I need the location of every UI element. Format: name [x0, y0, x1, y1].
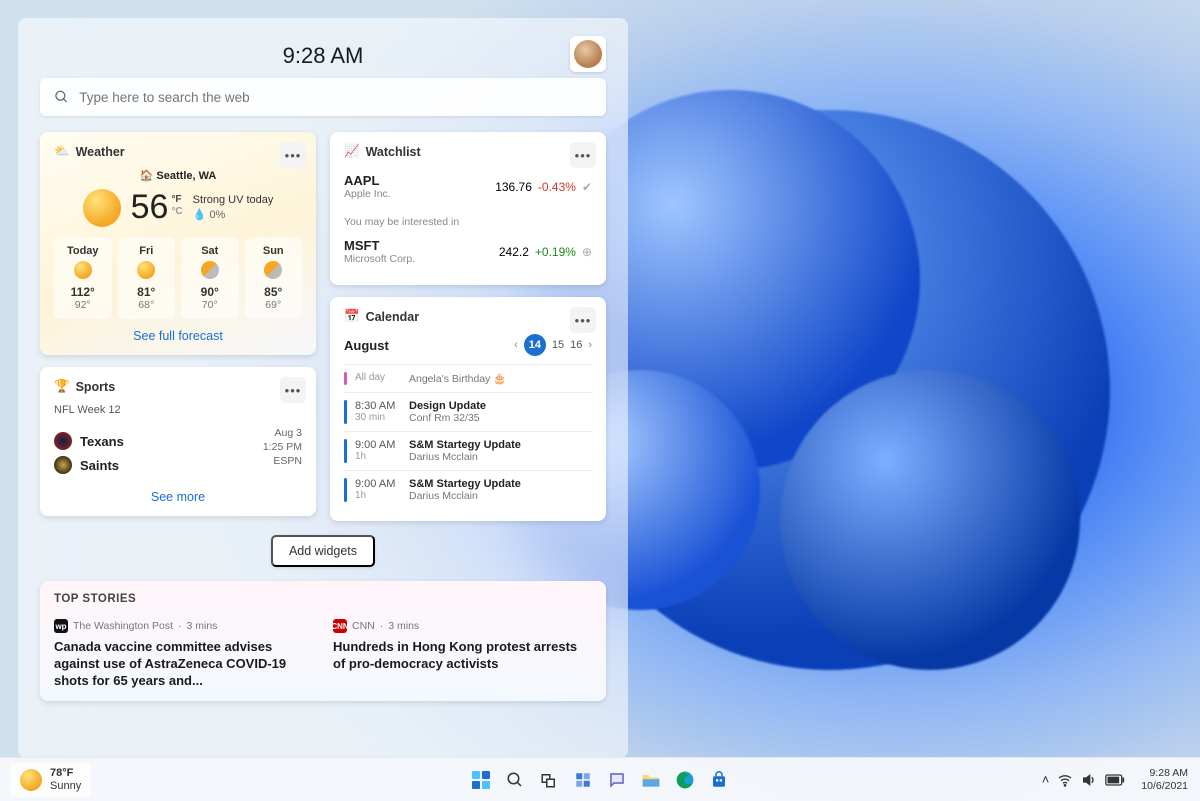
calendar-event[interactable]: 8:30 AM30 minDesign UpdateConf Rm 32/35	[344, 392, 592, 431]
edge-button[interactable]	[671, 766, 699, 794]
calendar-month: August	[344, 338, 389, 353]
calendar-icon: 📅	[344, 309, 360, 324]
weather-widget[interactable]: ⛅ Weather ••• 🏠 Seattle, WA 56°F°C Strong…	[40, 132, 316, 355]
taskbar-right: ˄ 9:28 AM10/6/2021	[1042, 767, 1188, 793]
taskbar-cond: Sunny	[50, 780, 81, 793]
chevron-up-icon[interactable]: ˄	[1042, 772, 1050, 787]
chat-button[interactable]	[603, 766, 631, 794]
sports-more-button[interactable]: •••	[280, 377, 306, 403]
team-row: Texans	[54, 432, 124, 450]
watchlist-title: Watchlist	[366, 145, 421, 159]
calendar-day-picker[interactable]: ‹ 14 15 16 ›	[514, 334, 592, 356]
weather-more-button[interactable]: •••	[280, 142, 306, 168]
search-bar[interactable]	[40, 78, 606, 116]
forecast-day[interactable]: Sat90°70°	[181, 237, 239, 319]
current-temp: 56°F°C	[131, 188, 183, 227]
news-widget[interactable]: TOP STORIES wpThe Washington Post · 3 mi…	[40, 581, 606, 701]
taskbar-temp: 78°F	[50, 767, 81, 780]
chevron-left-icon[interactable]: ‹	[514, 339, 518, 351]
calendar-widget[interactable]: 📅 Calendar ••• August ‹ 14 15 16 › All da…	[330, 297, 606, 521]
stock-row[interactable]: AAPLApple Inc. 136.76-0.43%✔	[344, 169, 592, 208]
stock-row[interactable]: MSFTMicrosoft Corp. 242.2+0.19%⊕	[344, 234, 592, 273]
watchlist-widget[interactable]: 📈 Watchlist ••• AAPLApple Inc. 136.76-0.4…	[330, 132, 606, 285]
saints-logo-icon	[54, 456, 72, 474]
file-explorer-button[interactable]	[637, 766, 665, 794]
sports-week: NFL Week 12	[54, 404, 302, 416]
chevron-right-icon[interactable]: ›	[588, 339, 592, 351]
news-item[interactable]: CNNCNN · 3 mins Hundreds in Hong Kong pr…	[333, 619, 592, 689]
weather-forecast-link[interactable]: See full forecast	[54, 319, 302, 343]
taskbar-weather[interactable]: 78°FSunny	[10, 763, 91, 797]
weather-location: 🏠 Seattle, WA	[54, 169, 302, 182]
wifi-icon[interactable]	[1057, 772, 1073, 788]
check-icon: ✔	[582, 180, 592, 194]
forecast-day[interactable]: Sun85°69°	[245, 237, 303, 319]
sun-icon	[83, 189, 121, 227]
team-row: Saints	[54, 456, 124, 474]
forecast-day[interactable]: Today112°92°	[54, 237, 112, 319]
calendar-event[interactable]: All dayAngela's Birthday 🎂	[344, 364, 592, 392]
widgets-button[interactable]	[569, 766, 597, 794]
source-icon: wp	[54, 619, 68, 633]
calendar-day[interactable]: 16	[570, 339, 582, 351]
watchlist-icon: 📈	[344, 144, 360, 159]
sports-title: Sports	[76, 380, 116, 394]
news-title: TOP STORIES	[54, 593, 592, 605]
interest-label: You may be interested in	[344, 216, 592, 228]
calendar-day-selected[interactable]: 14	[524, 334, 546, 356]
weather-icon: ⛅	[54, 144, 70, 159]
news-headline: Hundreds in Hong Kong protest arrests of…	[333, 638, 592, 672]
watchlist-more-button[interactable]: •••	[570, 142, 596, 168]
store-button[interactable]	[705, 766, 733, 794]
start-button[interactable]	[467, 766, 495, 794]
battery-icon[interactable]	[1105, 774, 1125, 786]
calendar-title: Calendar	[366, 310, 420, 324]
texans-logo-icon	[54, 432, 72, 450]
forecast-day[interactable]: Fri81°68°	[118, 237, 176, 319]
taskbar-center	[467, 766, 733, 794]
weather-condition: Strong UV today💧 0%	[193, 194, 274, 221]
taskbar-clock[interactable]: 9:28 AM10/6/2021	[1141, 767, 1188, 793]
widgets-header: 9:28 AM	[40, 34, 606, 78]
news-item[interactable]: wpThe Washington Post · 3 mins Canada va…	[54, 619, 313, 689]
volume-icon[interactable]	[1081, 772, 1097, 788]
taskbar-search-button[interactable]	[501, 766, 529, 794]
add-icon[interactable]: ⊕	[582, 245, 592, 259]
weather-title: Weather	[76, 145, 125, 159]
sports-more-link[interactable]: See more	[54, 480, 302, 504]
game-time: Aug 31:25 PMESPN	[263, 426, 302, 480]
widgets-panel: 9:28 AM ⛅ Weather ••• 🏠 Seattle, WA 56°F°…	[18, 18, 628, 758]
panel-time: 9:28 AM	[283, 43, 364, 69]
avatar-icon	[574, 40, 602, 68]
calendar-event[interactable]: 9:00 AM1hS&M Startegy UpdateDarius Mccla…	[344, 431, 592, 470]
search-input[interactable]	[79, 90, 592, 105]
source-icon: CNN	[333, 619, 347, 633]
calendar-event[interactable]: 9:00 AM1hS&M Startegy UpdateDarius Mccla…	[344, 470, 592, 509]
search-icon	[54, 89, 69, 105]
sports-widget[interactable]: 🏆 Sports ••• NFL Week 12 Texans Saints Au…	[40, 367, 316, 516]
calendar-more-button[interactable]: •••	[570, 307, 596, 333]
sports-icon: 🏆	[54, 379, 70, 394]
calendar-day[interactable]: 15	[552, 339, 564, 351]
forecast-row: Today112°92° Fri81°68° Sat90°70° Sun85°6…	[54, 237, 302, 319]
add-widgets-button[interactable]: Add widgets	[271, 535, 375, 567]
user-avatar[interactable]	[570, 36, 606, 72]
news-headline: Canada vaccine committee advises against…	[54, 638, 313, 689]
taskbar: 78°FSunny ˄ 9:28 AM10/6/2021	[0, 757, 1200, 801]
sun-icon	[20, 769, 42, 791]
task-view-button[interactable]	[535, 766, 563, 794]
